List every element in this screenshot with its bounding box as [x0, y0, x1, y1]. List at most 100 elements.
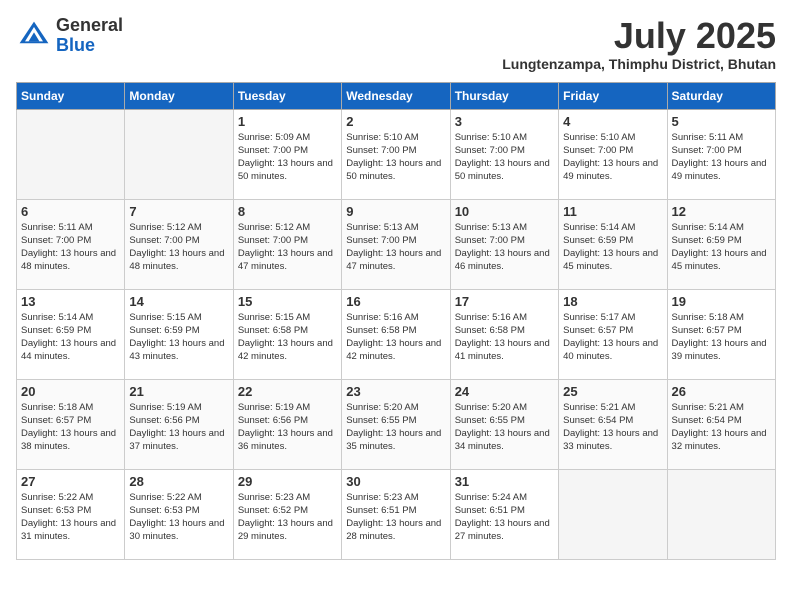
- day-info: Sunrise: 5:11 AMSunset: 7:00 PMDaylight:…: [21, 221, 120, 274]
- calendar-cell: 26 Sunrise: 5:21 AMSunset: 6:54 PMDayligh…: [667, 379, 775, 469]
- day-info: Sunrise: 5:14 AMSunset: 6:59 PMDaylight:…: [563, 221, 662, 274]
- logo: General Blue: [16, 16, 123, 56]
- calendar-cell: [125, 109, 233, 199]
- calendar-cell: [667, 469, 775, 559]
- calendar-cell: 5 Sunrise: 5:11 AMSunset: 7:00 PMDaylight…: [667, 109, 775, 199]
- day-number: 26: [672, 384, 771, 399]
- day-info: Sunrise: 5:19 AMSunset: 6:56 PMDaylight:…: [129, 401, 228, 454]
- day-number: 21: [129, 384, 228, 399]
- calendar-cell: 30 Sunrise: 5:23 AMSunset: 6:51 PMDayligh…: [342, 469, 450, 559]
- day-info: Sunrise: 5:21 AMSunset: 6:54 PMDaylight:…: [563, 401, 662, 454]
- calendar-cell: 3 Sunrise: 5:10 AMSunset: 7:00 PMDaylight…: [450, 109, 558, 199]
- day-info: Sunrise: 5:24 AMSunset: 6:51 PMDaylight:…: [455, 491, 554, 544]
- calendar-cell: 25 Sunrise: 5:21 AMSunset: 6:54 PMDayligh…: [559, 379, 667, 469]
- location: Lungtenzampa, Thimphu District, Bhutan: [502, 56, 776, 72]
- calendar-day-header: Friday: [559, 82, 667, 109]
- day-info: Sunrise: 5:10 AMSunset: 7:00 PMDaylight:…: [455, 131, 554, 184]
- calendar-day-header: Tuesday: [233, 82, 341, 109]
- day-info: Sunrise: 5:21 AMSunset: 6:54 PMDaylight:…: [672, 401, 771, 454]
- day-number: 14: [129, 294, 228, 309]
- day-info: Sunrise: 5:20 AMSunset: 6:55 PMDaylight:…: [346, 401, 445, 454]
- calendar-cell: 7 Sunrise: 5:12 AMSunset: 7:00 PMDaylight…: [125, 199, 233, 289]
- calendar-cell: 10 Sunrise: 5:13 AMSunset: 7:00 PMDayligh…: [450, 199, 558, 289]
- calendar-cell: 16Sunrise: 5:16 AMSunset: 6:58 PMDayligh…: [342, 289, 450, 379]
- calendar-week-row: 20 Sunrise: 5:18 AMSunset: 6:57 PMDayligh…: [17, 379, 776, 469]
- day-info: Sunrise: 5:13 AMSunset: 7:00 PMDaylight:…: [455, 221, 554, 274]
- calendar-cell: 6 Sunrise: 5:11 AMSunset: 7:00 PMDaylight…: [17, 199, 125, 289]
- day-info: Sunrise: 5:10 AMSunset: 7:00 PMDaylight:…: [346, 131, 445, 184]
- month-year: July 2025: [502, 16, 776, 56]
- calendar-table: SundayMondayTuesdayWednesdayThursdayFrid…: [16, 82, 776, 560]
- day-number: 5: [672, 114, 771, 129]
- calendar-cell: 14 Sunrise: 5:15 AMSunset: 6:59 PMDayligh…: [125, 289, 233, 379]
- calendar-cell: [559, 469, 667, 559]
- calendar-cell: 29Sunrise: 5:23 AMSunset: 6:52 PMDayligh…: [233, 469, 341, 559]
- day-number: 9: [346, 204, 445, 219]
- day-info: Sunrise: 5:18 AMSunset: 6:57 PMDaylight:…: [672, 311, 771, 364]
- calendar-cell: 31 Sunrise: 5:24 AMSunset: 6:51 PMDayligh…: [450, 469, 558, 559]
- calendar-cell: 8 Sunrise: 5:12 AMSunset: 7:00 PMDaylight…: [233, 199, 341, 289]
- day-info: Sunrise: 5:22 AMSunset: 6:53 PMDaylight:…: [21, 491, 120, 544]
- calendar-day-header: Monday: [125, 82, 233, 109]
- day-number: 28: [129, 474, 228, 489]
- day-info: Sunrise: 5:11 AMSunset: 7:00 PMDaylight:…: [672, 131, 771, 184]
- day-info: Sunrise: 5:15 AMSunset: 6:58 PMDaylight:…: [238, 311, 337, 364]
- calendar-cell: 4 Sunrise: 5:10 AMSunset: 7:00 PMDaylight…: [559, 109, 667, 199]
- day-number: 27: [21, 474, 120, 489]
- calendar-cell: 27 Sunrise: 5:22 AMSunset: 6:53 PMDayligh…: [17, 469, 125, 559]
- calendar-cell: 20 Sunrise: 5:18 AMSunset: 6:57 PMDayligh…: [17, 379, 125, 469]
- title-block: July 2025 Lungtenzampa, Thimphu District…: [502, 16, 776, 72]
- calendar-cell: 12Sunrise: 5:14 AMSunset: 6:59 PMDayligh…: [667, 199, 775, 289]
- calendar-week-row: 13 Sunrise: 5:14 AMSunset: 6:59 PMDayligh…: [17, 289, 776, 379]
- calendar-week-row: 27 Sunrise: 5:22 AMSunset: 6:53 PMDayligh…: [17, 469, 776, 559]
- day-info: Sunrise: 5:18 AMSunset: 6:57 PMDaylight:…: [21, 401, 120, 454]
- day-number: 22: [238, 384, 337, 399]
- day-info: Sunrise: 5:10 AMSunset: 7:00 PMDaylight:…: [563, 131, 662, 184]
- day-info: Sunrise: 5:19 AMSunset: 6:56 PMDaylight:…: [238, 401, 337, 454]
- day-info: Sunrise: 5:14 AMSunset: 6:59 PMDaylight:…: [21, 311, 120, 364]
- day-number: 3: [455, 114, 554, 129]
- logo-text: General Blue: [56, 16, 123, 56]
- day-info: Sunrise: 5:16 AMSunset: 6:58 PMDaylight:…: [455, 311, 554, 364]
- day-number: 31: [455, 474, 554, 489]
- day-info: Sunrise: 5:12 AMSunset: 7:00 PMDaylight:…: [238, 221, 337, 274]
- day-number: 10: [455, 204, 554, 219]
- calendar-cell: 1Sunrise: 5:09 AMSunset: 7:00 PMDaylight…: [233, 109, 341, 199]
- day-number: 20: [21, 384, 120, 399]
- day-number: 29: [238, 474, 337, 489]
- calendar-cell: 17 Sunrise: 5:16 AMSunset: 6:58 PMDayligh…: [450, 289, 558, 379]
- calendar-week-row: 1Sunrise: 5:09 AMSunset: 7:00 PMDaylight…: [17, 109, 776, 199]
- calendar-cell: 23Sunrise: 5:20 AMSunset: 6:55 PMDayligh…: [342, 379, 450, 469]
- day-number: 4: [563, 114, 662, 129]
- calendar-cell: 9Sunrise: 5:13 AMSunset: 7:00 PMDaylight…: [342, 199, 450, 289]
- day-number: 7: [129, 204, 228, 219]
- day-number: 30: [346, 474, 445, 489]
- day-number: 24: [455, 384, 554, 399]
- day-info: Sunrise: 5:17 AMSunset: 6:57 PMDaylight:…: [563, 311, 662, 364]
- day-number: 18: [563, 294, 662, 309]
- day-number: 1: [238, 114, 337, 129]
- day-number: 25: [563, 384, 662, 399]
- calendar-cell: [17, 109, 125, 199]
- day-info: Sunrise: 5:12 AMSunset: 7:00 PMDaylight:…: [129, 221, 228, 274]
- day-number: 17: [455, 294, 554, 309]
- calendar-day-header: Sunday: [17, 82, 125, 109]
- day-info: Sunrise: 5:22 AMSunset: 6:53 PMDaylight:…: [129, 491, 228, 544]
- calendar-day-header: Thursday: [450, 82, 558, 109]
- day-number: 16: [346, 294, 445, 309]
- day-number: 6: [21, 204, 120, 219]
- day-info: Sunrise: 5:15 AMSunset: 6:59 PMDaylight:…: [129, 311, 228, 364]
- page-header: General Blue July 2025 Lungtenzampa, Thi…: [16, 16, 776, 72]
- calendar-week-row: 6 Sunrise: 5:11 AMSunset: 7:00 PMDaylight…: [17, 199, 776, 289]
- calendar-header-row: SundayMondayTuesdayWednesdayThursdayFrid…: [17, 82, 776, 109]
- day-number: 15: [238, 294, 337, 309]
- day-info: Sunrise: 5:23 AMSunset: 6:51 PMDaylight:…: [346, 491, 445, 544]
- calendar-cell: 28 Sunrise: 5:22 AMSunset: 6:53 PMDayligh…: [125, 469, 233, 559]
- logo-icon: [16, 18, 52, 54]
- day-info: Sunrise: 5:20 AMSunset: 6:55 PMDaylight:…: [455, 401, 554, 454]
- day-number: 13: [21, 294, 120, 309]
- day-number: 8: [238, 204, 337, 219]
- calendar-cell: 18 Sunrise: 5:17 AMSunset: 6:57 PMDayligh…: [559, 289, 667, 379]
- calendar-day-header: Saturday: [667, 82, 775, 109]
- calendar-day-header: Wednesday: [342, 82, 450, 109]
